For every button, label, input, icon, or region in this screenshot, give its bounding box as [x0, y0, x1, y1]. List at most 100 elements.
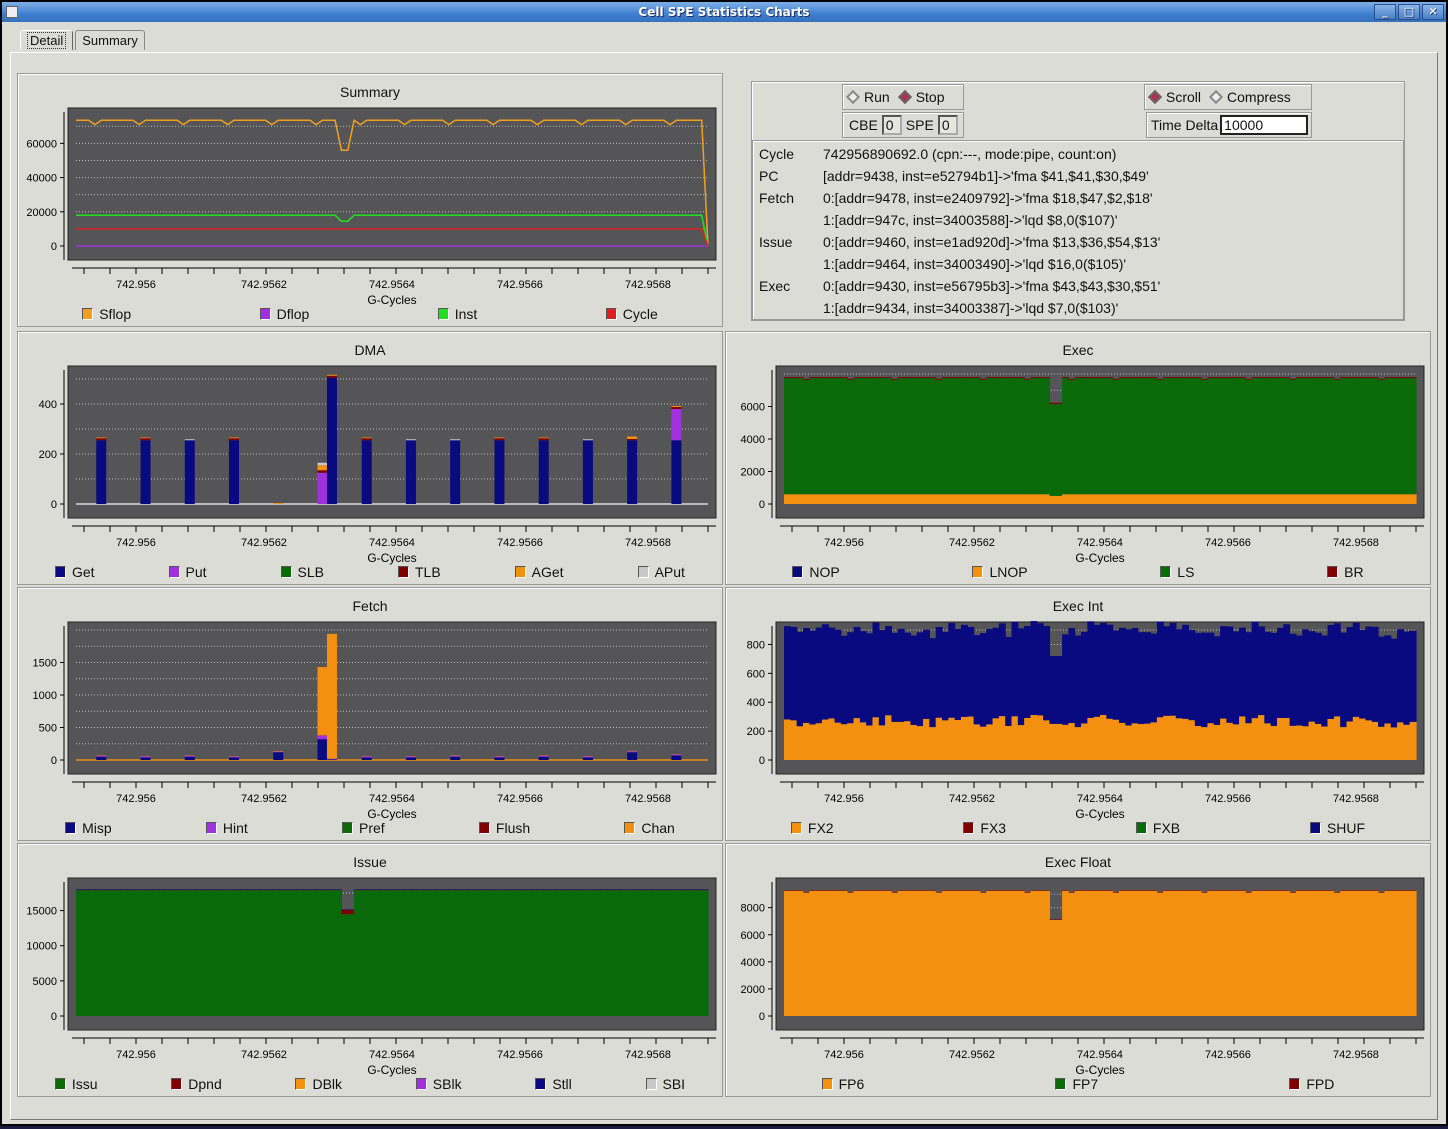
area-segment-shuf — [1074, 635, 1082, 728]
area-segment-issu — [644, 890, 652, 1016]
area-segment-issu — [474, 890, 482, 1016]
legend-item-sblk: SBlk — [415, 1075, 462, 1093]
area-segment-ls — [916, 378, 924, 495]
tab-summary[interactable]: Summary — [75, 30, 145, 50]
y-tick-label: 0 — [759, 755, 765, 767]
area-segment-issu — [701, 890, 709, 1016]
bar-segment-get — [405, 440, 416, 504]
area-segment-shuf — [802, 627, 810, 723]
y-tick-label: 0 — [51, 241, 57, 253]
info-value: 742956890692.0 (cpn:---, mode:pipe, coun… — [823, 146, 1117, 162]
area-segment-fx2 — [1030, 714, 1038, 760]
scroll-radio[interactable]: Scroll — [1145, 89, 1206, 105]
area-segment-fp6 — [1030, 890, 1038, 1016]
area-segment-fpd — [1340, 890, 1348, 891]
area-segment-lnop — [910, 494, 918, 504]
legend-swatch — [54, 566, 66, 578]
legend-swatch — [54, 1078, 66, 1090]
area-segment-fp6 — [1289, 892, 1297, 1016]
area-segment-shuf — [1239, 627, 1246, 717]
area-segment-shuf — [1289, 633, 1297, 726]
tab-detail[interactable]: Detail — [20, 30, 74, 50]
area-segment-br — [828, 377, 836, 379]
area-segment-fpd — [784, 890, 791, 891]
area-segment-fp6 — [960, 890, 968, 1016]
area-segment-br — [1005, 377, 1013, 379]
area-segment-stll — [474, 889, 482, 890]
area-segment-issu — [543, 890, 551, 1016]
x-tick-label: 742.956 — [824, 793, 864, 805]
area-segment-issu — [252, 890, 260, 1016]
area-segment-fpd — [815, 890, 823, 891]
area-segment-fx2 — [992, 718, 1000, 760]
area-segment-fp6 — [847, 892, 855, 1016]
app-window: Cell SPE Statistics Charts _ □ ✕ Detail … — [0, 0, 1448, 1126]
area-segment-fpd — [834, 890, 842, 891]
plot-area — [67, 107, 717, 261]
area-segment-br — [809, 377, 817, 379]
area-segment-fpd — [1213, 890, 1221, 891]
y-tick-label: 6000 — [741, 402, 765, 414]
area-segment-lnop — [904, 494, 911, 504]
area-segment-fp6 — [1390, 890, 1398, 1016]
x-tick-label: 742.9564 — [369, 537, 415, 549]
area-segment-shuf — [1005, 636, 1013, 726]
area-segment-fpd — [853, 890, 861, 891]
area-segment-fp6 — [784, 890, 791, 1016]
time-delta-input[interactable]: 10000 — [1220, 115, 1309, 135]
y-tick-label: 1000 — [33, 690, 57, 702]
area-segment-br — [1093, 377, 1101, 379]
minimize-button[interactable]: _ — [1374, 4, 1396, 20]
y-tick-label: 6000 — [741, 930, 765, 942]
area-segment-br — [796, 377, 804, 379]
time-delta-label: Time Delta — [1151, 117, 1219, 133]
maximize-button[interactable]: □ — [1398, 4, 1420, 20]
area-segment-ls — [1409, 378, 1417, 495]
area-segment-br — [1340, 377, 1348, 379]
area-segment-issu — [619, 890, 627, 1016]
area-segment-lnop — [1232, 494, 1240, 504]
area-segment-fx2 — [973, 724, 981, 760]
title-bar[interactable]: Cell SPE Statistics Charts _ □ ✕ — [2, 2, 1446, 22]
area-segment-br — [840, 377, 848, 379]
legend-label: AGet — [531, 564, 564, 580]
area-segment-stll — [284, 889, 292, 890]
legend-swatch — [1055, 1078, 1067, 1090]
area-segment-fp6 — [1024, 892, 1032, 1016]
area-segment-fpd — [904, 890, 911, 891]
area-segment-issu — [139, 890, 147, 1016]
area-segment-ls — [840, 378, 848, 495]
spe-input[interactable]: 0 — [937, 115, 958, 135]
area-segment-fpd — [1258, 890, 1265, 891]
x-tick-label: 742.956 — [116, 279, 156, 291]
area-segment-fpd — [1137, 890, 1145, 891]
chart-legend: FX2 FX3 FXB SHUF — [726, 819, 1430, 837]
legend-label: Misp — [82, 820, 112, 836]
area-segment-fp6 — [1251, 890, 1259, 1016]
stop-radio[interactable]: Stop — [895, 89, 950, 105]
area-segment-fpd — [960, 890, 968, 891]
cbe-input[interactable]: 0 — [881, 115, 902, 135]
area-segment-fpd — [1378, 892, 1385, 893]
window-menu-icon[interactable] — [6, 6, 18, 18]
compress-radio[interactable]: Compress — [1206, 89, 1296, 105]
area-segment-issu — [82, 890, 90, 1016]
area-segment-stll — [278, 889, 286, 890]
area-segment-br — [1182, 377, 1190, 379]
area-segment-stll — [366, 889, 374, 890]
area-segment-fpd — [1100, 890, 1107, 891]
area-segment-ls — [910, 378, 918, 495]
area-segment-fpd — [891, 892, 899, 893]
area-segment-br — [1175, 377, 1183, 379]
legend-label: Pref — [359, 820, 385, 836]
area-segment-fpd — [1384, 890, 1392, 891]
info-label: Fetch — [759, 190, 795, 206]
run-radio[interactable]: Run — [843, 89, 895, 105]
area-segment-stll — [701, 889, 709, 890]
legend-swatch — [972, 566, 984, 578]
area-segment-issu — [316, 890, 324, 1016]
area-segment-fp6 — [1150, 890, 1158, 1016]
area-segment-lnop — [1024, 494, 1032, 504]
close-button[interactable]: ✕ — [1422, 4, 1444, 20]
area-segment-fp6 — [897, 890, 905, 1016]
